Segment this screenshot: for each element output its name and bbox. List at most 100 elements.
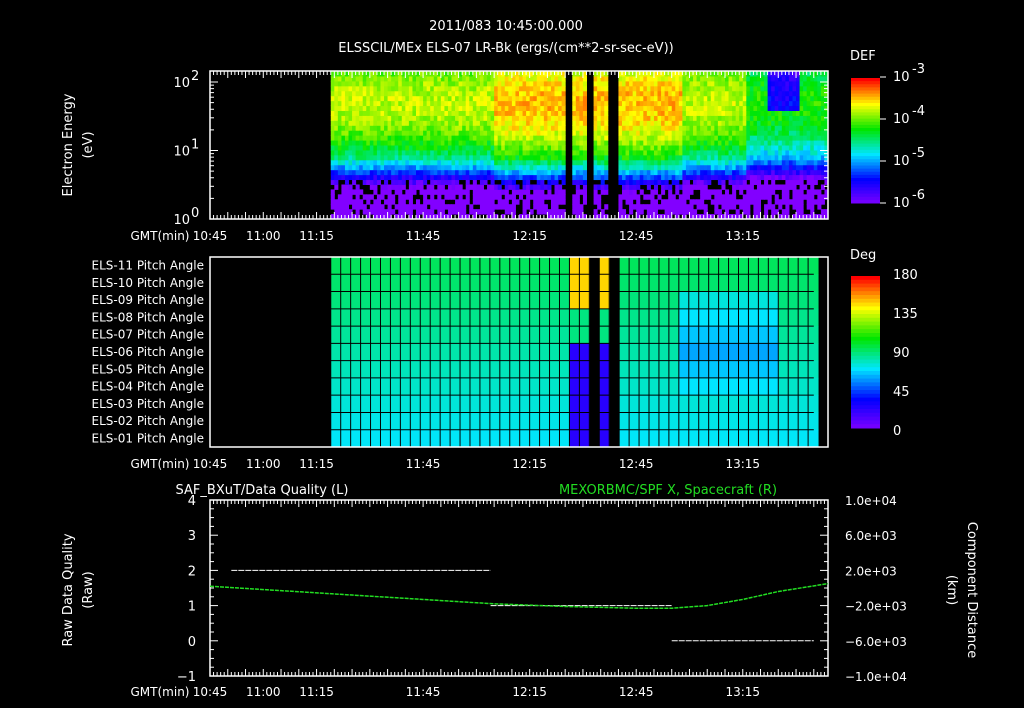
spectrogram-cell — [511, 209, 516, 215]
spectrogram-cell — [600, 75, 605, 82]
spectrogram-cell — [742, 149, 747, 156]
spectrogram-cell — [494, 149, 499, 156]
spectrogram-cell — [643, 95, 648, 102]
spectrogram-cell — [650, 199, 655, 205]
time-axis-label: GMT(min) — [131, 229, 190, 243]
pitch-cell — [460, 343, 471, 362]
spectrogram-cell — [760, 189, 765, 195]
spectrogram-cell — [380, 189, 385, 195]
spectrogram-cell — [572, 140, 577, 146]
spectrogram-cell — [671, 130, 676, 136]
spectrogram-cell — [671, 85, 676, 92]
pitch-cell — [629, 395, 640, 413]
spectrogram-cell — [511, 135, 516, 141]
spectrogram-cell — [487, 199, 492, 205]
spectrogram-cell — [497, 135, 502, 141]
spectrogram-cell — [746, 184, 751, 190]
spectrogram-cell — [508, 130, 513, 136]
spectrogram-cell — [717, 130, 722, 136]
spectrogram-cell — [597, 105, 602, 111]
spectrogram-cell — [618, 199, 623, 205]
pitch-cell — [668, 291, 680, 310]
spectrogram-cell — [671, 120, 676, 126]
spectrogram-cell — [401, 199, 406, 205]
spectrogram-cell — [408, 90, 413, 97]
spectrogram-cell — [398, 140, 403, 146]
spectrogram-cell — [742, 164, 747, 171]
pitch-cell — [390, 429, 401, 448]
spectrogram-cell — [369, 174, 374, 181]
spectrogram-cell — [483, 75, 488, 82]
spectrogram-cell — [522, 164, 527, 171]
spectrogram-cell — [330, 140, 335, 146]
spectrogram-cell — [778, 100, 783, 107]
spectrogram-cell — [657, 204, 662, 210]
spectrogram-cell — [540, 189, 545, 195]
colorbar-tick-exp: -4 — [912, 104, 925, 119]
spectrogram-cell — [689, 125, 694, 131]
spectrogram-cell — [412, 159, 417, 166]
spectrogram-cell — [785, 105, 790, 111]
pitch-cell — [479, 395, 491, 413]
spectrogram-cell — [771, 100, 776, 107]
spectrogram-cell — [600, 105, 605, 111]
spectrogram-cell — [597, 90, 602, 97]
spectrogram-cell — [625, 149, 630, 156]
spectrogram-cell — [440, 100, 445, 107]
spectrogram-cell — [416, 145, 421, 151]
spectrogram-cell — [668, 194, 673, 200]
spectrogram-cell — [394, 80, 399, 87]
spectrogram-cell — [650, 164, 655, 171]
pitch-cell — [738, 377, 749, 396]
spectrogram-cell — [646, 174, 651, 181]
spectrogram-cell — [650, 115, 655, 121]
y-tick-label: 10 — [173, 213, 190, 228]
spectrogram-cell — [572, 120, 577, 126]
colorbar-segment — [851, 168, 880, 173]
spectrogram-cell — [689, 149, 694, 156]
spectrogram-cell — [558, 110, 563, 116]
spectrogram-cell — [536, 159, 541, 166]
spectrogram-cell — [796, 95, 801, 102]
spectrogram-cell — [408, 145, 413, 151]
spectrogram-cell — [558, 105, 563, 111]
spectrogram-cell — [771, 135, 776, 141]
spectrogram-cell — [447, 105, 453, 111]
spectrogram-cell — [753, 95, 758, 102]
spectrogram-cell — [735, 130, 740, 136]
spectrogram-cell — [817, 199, 822, 205]
spectrogram-cell — [430, 189, 435, 195]
spectrogram-cell — [419, 140, 424, 146]
spectrogram-cell — [444, 179, 449, 185]
spectrogram-cell — [391, 159, 396, 166]
spectrogram-cell — [536, 189, 541, 195]
colorbar-segment — [851, 121, 880, 126]
spectrogram-cell — [813, 120, 818, 126]
spectrogram-cell — [785, 209, 790, 215]
spectrogram-cell — [813, 100, 818, 107]
pitch-cell — [748, 274, 759, 293]
spectrogram-cell — [725, 189, 730, 195]
spectrogram-cell — [600, 100, 605, 107]
spectrogram-cell — [796, 125, 801, 131]
spectrogram-cell — [781, 199, 786, 205]
spectrogram-cell — [714, 174, 719, 181]
spectrogram-cell — [362, 85, 367, 92]
spectrogram-cell — [334, 145, 339, 151]
spectrogram-cell — [355, 75, 360, 82]
pitch-cell — [440, 257, 451, 275]
spectrogram-cell — [685, 159, 690, 166]
spectrogram-cell — [725, 90, 730, 97]
spectrogram-cell — [458, 184, 463, 190]
spectrogram-cell — [572, 125, 577, 131]
spectrogram-cell — [771, 120, 776, 126]
spectrogram-cell — [416, 179, 421, 185]
spectrogram-cell — [462, 145, 467, 151]
spectrogram-cell — [447, 194, 453, 200]
spectrogram-cell — [337, 199, 342, 205]
spectrogram-cell — [572, 209, 577, 215]
spectrogram-cell — [820, 209, 825, 215]
spectrogram-cell — [799, 130, 804, 136]
y-axis-label: (eV) — [81, 131, 96, 158]
spectrogram-cell — [693, 135, 698, 141]
